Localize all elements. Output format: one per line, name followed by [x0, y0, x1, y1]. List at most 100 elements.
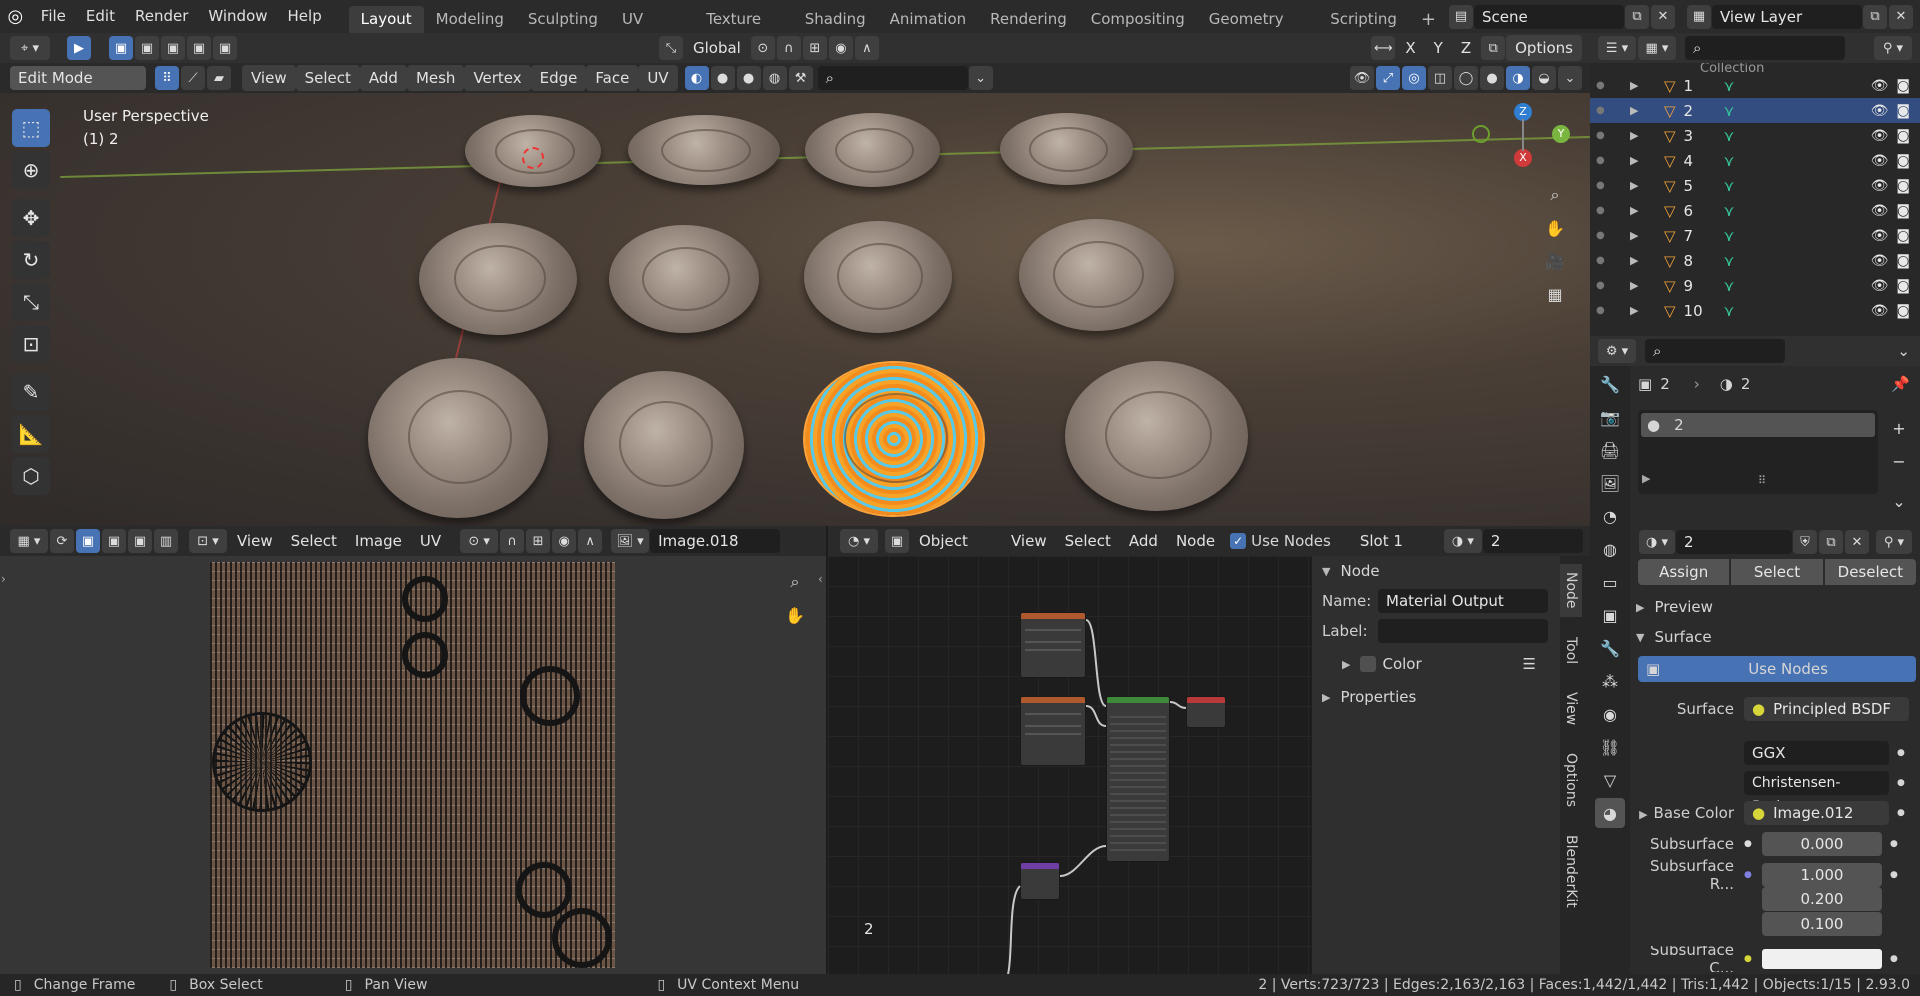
mirror-y[interactable]: Y	[1425, 35, 1452, 61]
solid-mode-icon[interactable]: ●	[1480, 66, 1504, 90]
gizmo-neg-y-icon[interactable]	[1472, 125, 1490, 143]
selected-mesh-object[interactable]	[805, 363, 983, 515]
camera-render-icon[interactable]: ◙	[1896, 228, 1910, 244]
outliner-item[interactable]: ● ▶ ▽ 3 ⋎ 👁 ◙	[1590, 123, 1920, 148]
material-preview-icon[interactable]: ◑	[1506, 66, 1530, 90]
camera-render-icon[interactable]: ◙	[1896, 278, 1910, 294]
node-name-field[interactable]: Material Output	[1378, 589, 1548, 613]
scene-new-icon[interactable]: ⧉	[1624, 4, 1649, 29]
uv-zoom-icon[interactable]: ⌕	[780, 567, 810, 597]
expand-icon[interactable]: ▶	[1630, 104, 1654, 117]
scene-remove-icon[interactable]: ✕	[1650, 4, 1675, 29]
editor-type-icon[interactable]: ⌖ ▾	[10, 36, 50, 60]
expand-icon[interactable]: ▶	[1630, 229, 1654, 242]
mesh-data-icon[interactable]: ⋎	[1724, 102, 1735, 120]
tab-layout[interactable]: Layout	[348, 6, 424, 33]
keyframe-dot-icon[interactable]: ●	[1897, 778, 1905, 788]
mesh-object[interactable]	[368, 358, 548, 518]
mesh-data-icon[interactable]: ⋎	[1724, 227, 1735, 245]
options-dropdown[interactable]: Options	[1506, 35, 1582, 61]
distribution-dropdown[interactable]: GGX	[1744, 741, 1889, 765]
outliner-search-field[interactable]: ⌕	[1685, 36, 1845, 60]
camera-render-icon[interactable]: ◙	[1896, 103, 1910, 119]
menu-mesh[interactable]: Mesh	[406, 65, 465, 91]
menu-edge[interactable]: Edge	[530, 65, 587, 91]
proportional-edit-icon[interactable]: ◉	[828, 36, 853, 60]
outliner-item[interactable]: ● ▶ ▽ 7 ⋎ 👁 ◙	[1590, 223, 1920, 248]
material-datablock-field[interactable]: 2	[1676, 530, 1792, 554]
view-layer-new-icon[interactable]: ⧉	[1862, 4, 1887, 29]
node-editor-canvas[interactable]: 2	[828, 556, 1312, 974]
brush-icon[interactable]: ⚒	[788, 66, 813, 90]
solid-shading-icon[interactable]: ◐	[684, 66, 709, 90]
menu-add[interactable]: Add	[359, 65, 407, 91]
eye-icon[interactable]: 👁	[1871, 228, 1889, 244]
face-select-icon[interactable]: ▰	[207, 66, 231, 90]
subsurface-value-field[interactable]: 0.000	[1762, 832, 1882, 856]
uv-sidebar-toggle-icon[interactable]: ‹	[818, 572, 823, 586]
shader-type-dropdown[interactable]: Object	[910, 528, 1002, 554]
uv-menu-view[interactable]: View	[228, 528, 282, 554]
socket-dot-icon[interactable]: ●	[1744, 839, 1762, 849]
view-layer-tab-icon[interactable]: 🖼	[1595, 468, 1625, 498]
edit-mode-dot-icon[interactable]: ●	[1596, 180, 1620, 191]
filter-icon[interactable]: ⚲ ▾	[1874, 36, 1912, 60]
properties-options-icon[interactable]: ⌄	[1897, 342, 1910, 360]
uv-vertex-select-icon[interactable]: ▣	[76, 529, 100, 553]
tool-tab-icon[interactable]: 🔧	[1595, 369, 1625, 399]
subsurface-radius-y[interactable]: 0.200	[1762, 887, 1882, 911]
tab-blenderkit[interactable]: BlenderKit	[1560, 827, 1582, 916]
sphere-icon[interactable]: ●	[736, 66, 761, 90]
outliner-item[interactable]: ● ▶ ▽ 4 ⋎ 👁 ◙	[1590, 148, 1920, 173]
mesh-object[interactable]	[1065, 361, 1248, 511]
expand-icon[interactable]: ▶	[1630, 154, 1654, 167]
zoom-icon[interactable]: ⌕	[1540, 180, 1570, 210]
mesh-object[interactable]	[609, 225, 759, 333]
expand-icon[interactable]: ▶	[1630, 179, 1654, 192]
uv-editor-type-icon[interactable]: ▦ ▾	[10, 529, 48, 553]
expand-icon[interactable]: ▶	[1630, 129, 1654, 142]
measure-tool-icon[interactable]: 📐	[12, 415, 50, 453]
tab-modeling[interactable]: Modeling	[424, 6, 516, 33]
scene-tab-icon[interactable]: ◔	[1595, 501, 1625, 531]
properties-search-field[interactable]: ⌕	[1645, 339, 1785, 363]
image-name-field[interactable]: Image.018	[650, 529, 781, 553]
material-slot-item[interactable]: ● 2	[1641, 413, 1875, 437]
node-menu-add[interactable]: Add	[1120, 528, 1167, 554]
rendered-mode-icon[interactable]: ◒	[1532, 66, 1556, 90]
eye-icon[interactable]: 👁	[1871, 303, 1889, 319]
display-mode-icon[interactable]: ▦ ▾	[1638, 36, 1676, 60]
eye-icon[interactable]: 👁	[1871, 78, 1889, 94]
outliner-item[interactable]: ● ▶ ▽ 6 ⋎ 👁 ◙	[1590, 198, 1920, 223]
outliner-item[interactable]: ● ▶ ▽ 10 ⋎ 👁 ◙	[1590, 298, 1920, 323]
edit-mode-dot-icon[interactable]: ●	[1596, 205, 1620, 216]
menu-file[interactable]: File	[31, 0, 76, 33]
scene-field[interactable]: Scene	[1473, 4, 1624, 29]
cursor-tool-icon[interactable]: ⊕	[12, 151, 50, 189]
material-browse-icon[interactable]: ◑ ▾	[1639, 530, 1675, 554]
node-label-field[interactable]	[1378, 619, 1548, 643]
modifier-tab-icon[interactable]: 🔧	[1595, 633, 1625, 663]
mesh-data-icon[interactable]: ⋎	[1724, 302, 1735, 320]
camera-render-icon[interactable]: ◙	[1896, 153, 1910, 169]
view-layer-selector[interactable]: ▦ View Layer ⧉ ✕	[1686, 4, 1914, 29]
auto-merge-icon[interactable]: ⧉	[1481, 36, 1506, 60]
edit-mode-dot-icon[interactable]: ●	[1596, 305, 1620, 316]
gizmo-y-icon[interactable]: Y	[1552, 125, 1570, 143]
mesh-object[interactable]	[584, 371, 744, 519]
constraints-tab-icon[interactable]: ⛓	[1595, 732, 1625, 762]
mesh-object[interactable]	[804, 221, 952, 333]
mesh-data-icon[interactable]: ⋎	[1724, 177, 1735, 195]
subsurface-method-dropdown[interactable]: Christensen-Burley	[1744, 771, 1889, 815]
color-checkbox[interactable]	[1360, 656, 1377, 672]
uv-snap-icon[interactable]: ∩	[500, 529, 525, 553]
expand-icon[interactable]: ▶	[1630, 204, 1654, 217]
keyframe-dot-icon[interactable]: ●	[1890, 954, 1898, 964]
node-section-header[interactable]: ▼ Node	[1312, 556, 1560, 586]
menu-vertex[interactable]: Vertex	[464, 65, 531, 91]
color-subsection[interactable]: ▶ Color ☰	[1312, 646, 1560, 682]
tab-shading[interactable]: Shading	[793, 6, 878, 33]
menu-render[interactable]: Render	[125, 0, 198, 33]
tab-options[interactable]: Options	[1560, 745, 1582, 815]
surface-section[interactable]: ▼ Surface	[1636, 624, 1916, 650]
